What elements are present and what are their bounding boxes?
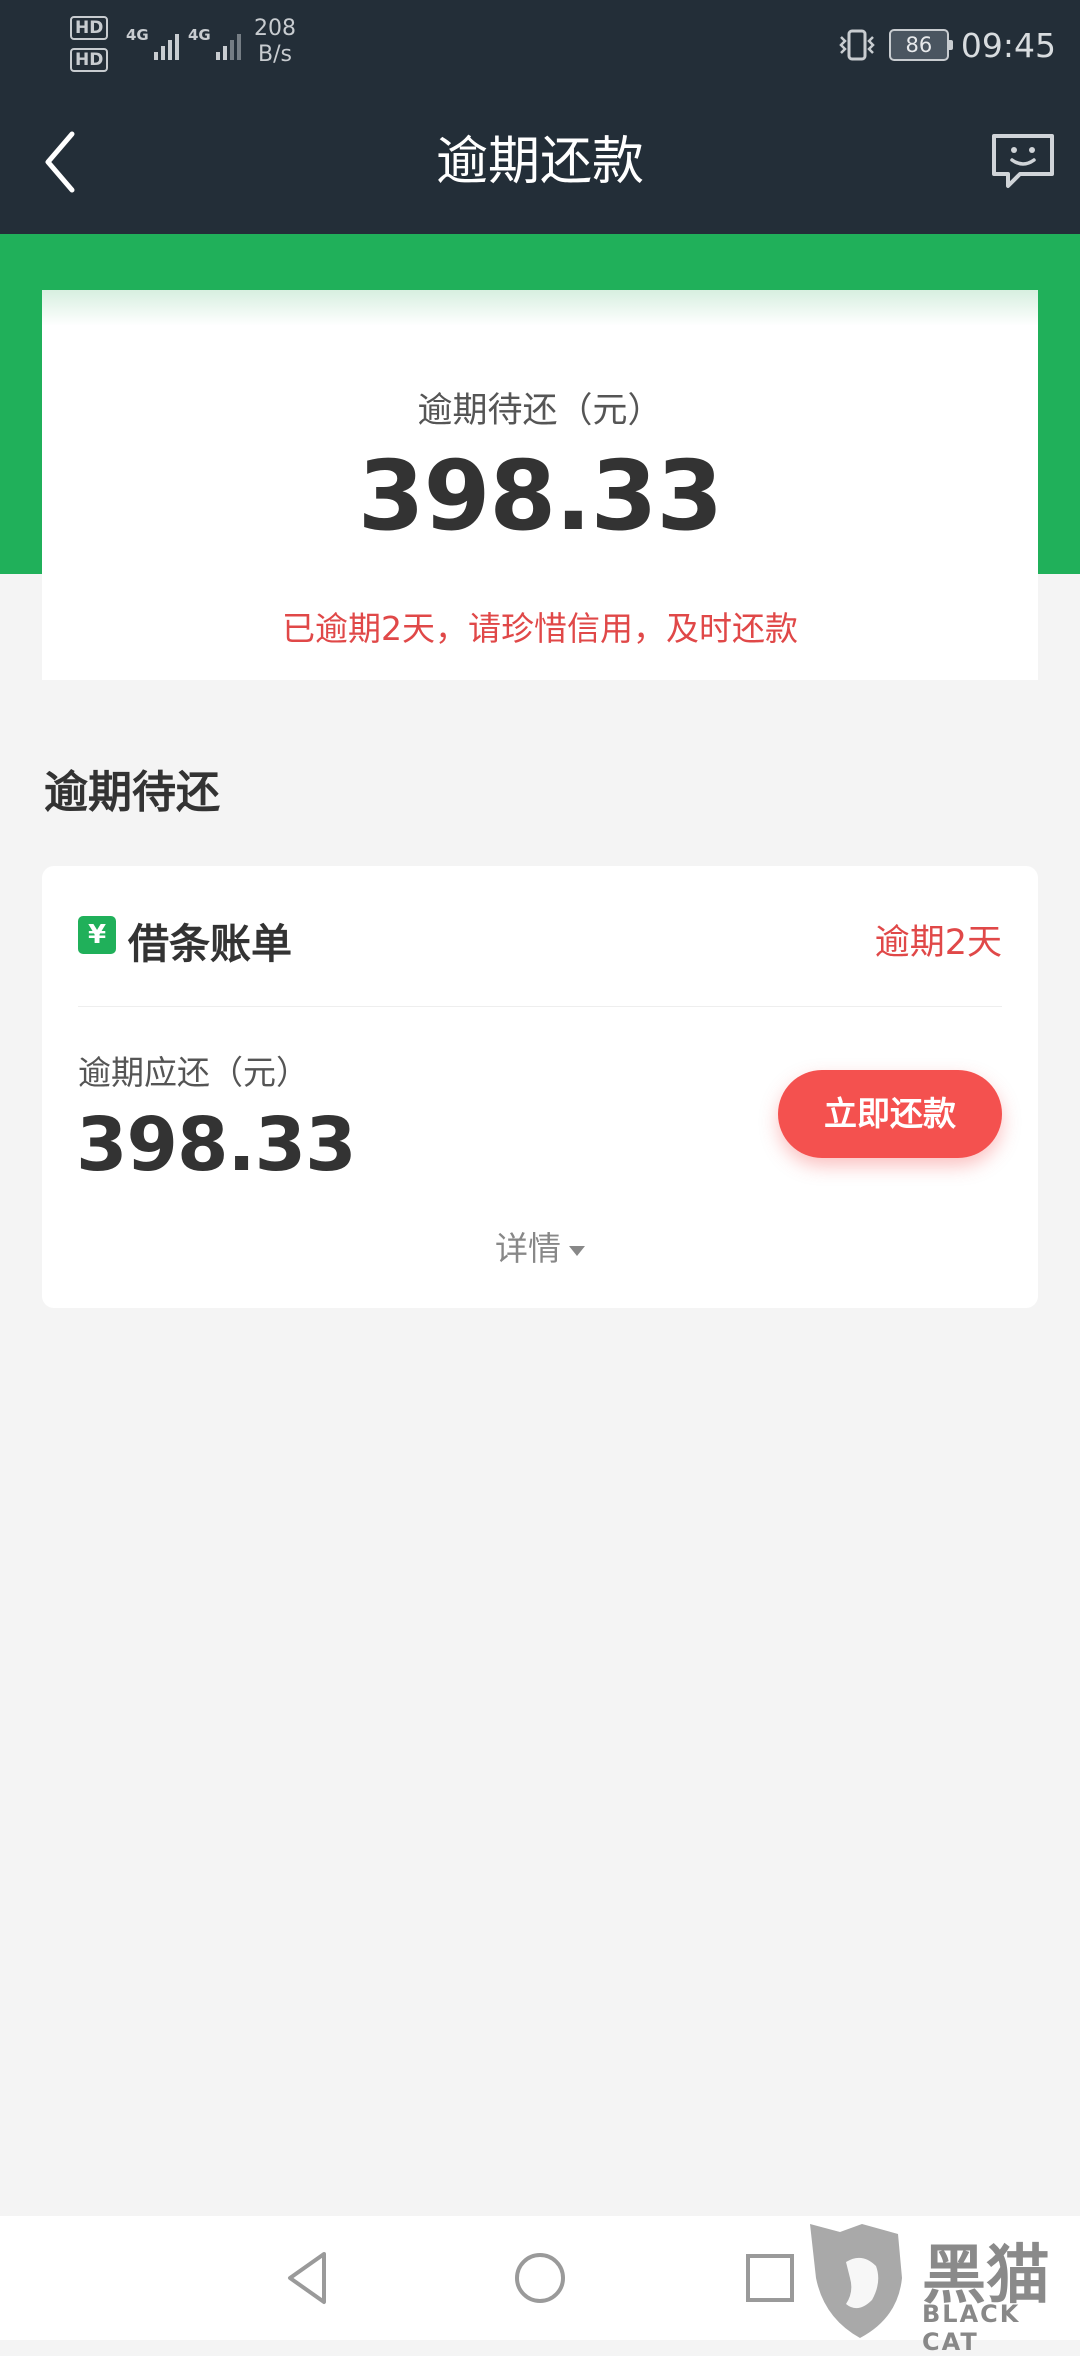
overdue-summary-card: 逾期待还（元） 398.33 已逾期2天，请珍惜信用，及时还款 (42, 290, 1038, 680)
network-speed-unit: B/s (258, 42, 292, 67)
status-right: 86 09:45 (837, 22, 1056, 68)
hd-sim1-badge: HD (70, 16, 109, 40)
triangle-back-icon (288, 2252, 326, 2304)
section-title: 逾期待还 (44, 767, 220, 818)
clock: 09:45 (960, 25, 1056, 65)
hd-sim2-badge: HD (70, 48, 109, 72)
network-speed-value: 208 (254, 16, 296, 41)
nav-recents-button[interactable] (738, 2246, 802, 2310)
signal-strength-2-icon (216, 28, 241, 60)
signal-strength-1-icon (154, 28, 179, 60)
overdue-warning: 已逾期2天，请珍惜信用，及时还款 (282, 609, 798, 648)
details-toggle[interactable]: 详情 (42, 1222, 1038, 1270)
customer-service-button[interactable] (988, 130, 1058, 192)
network-type-1: 4G (126, 26, 149, 44)
yuan-icon: ¥ (78, 916, 116, 954)
pay-now-button[interactable]: 立即还款 (778, 1070, 1002, 1158)
nav-back-button[interactable] (276, 2246, 340, 2310)
nav-home-button[interactable] (508, 2246, 572, 2310)
due-label: 逾期应还（元） (78, 1053, 309, 1092)
divider (78, 1006, 1002, 1007)
battery-icon: 86 (888, 29, 953, 61)
bill-card: ¥ 借条账单 逾期2天 逾期应还（元） 398.33 立即还款 详情 (42, 866, 1038, 1308)
bill-overdue-days: 逾期2天 (874, 923, 1002, 963)
summary-label: 逾期待还（元） (417, 391, 663, 431)
vibrate-icon (839, 29, 875, 61)
bill-name: 借条账单 (128, 920, 292, 968)
square-recents-icon (746, 2254, 794, 2302)
page-title: 逾期还款 (435, 132, 644, 192)
status-bar: HD HD 4G 4G 208 B/s 86 09:45 (0, 0, 1080, 90)
caret-down-icon (569, 1245, 585, 1256)
watermark-en: BLACK CAT (922, 2300, 1021, 2356)
due-amount: 398.33 (76, 1102, 357, 1188)
battery-level: 86 (905, 33, 933, 57)
chat-smile-icon (992, 134, 1054, 188)
title-bar: 逾期还款 (0, 90, 1080, 234)
circle-home-icon (515, 2253, 565, 2303)
summary-amount: 398.33 (357, 440, 723, 552)
network-speed: 208 B/s (254, 16, 296, 68)
details-label: 详情 (495, 1229, 561, 1268)
network-type-2: 4G (188, 26, 211, 44)
